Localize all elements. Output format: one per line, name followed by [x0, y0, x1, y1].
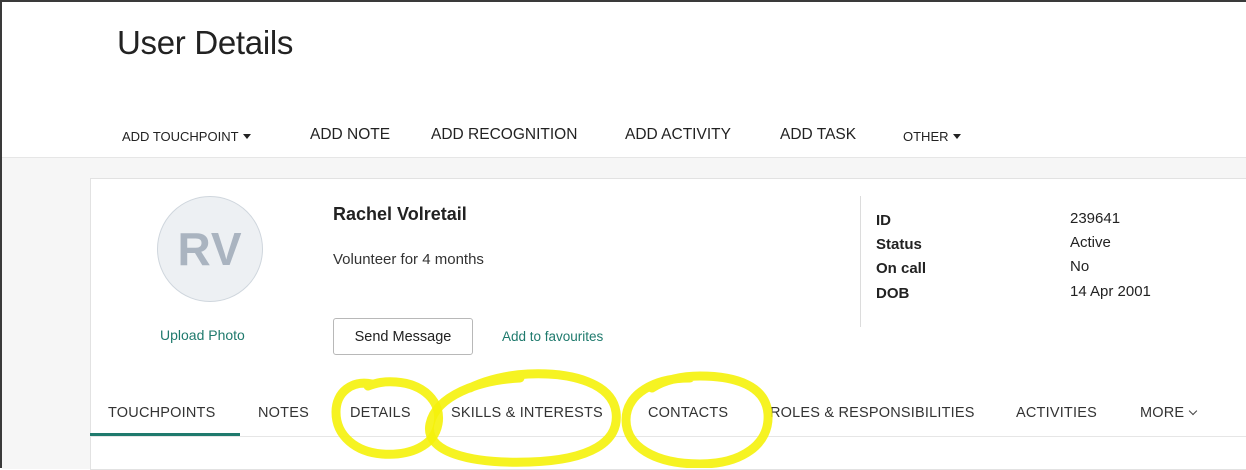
- dob-label: DOB: [876, 285, 910, 302]
- tab-more[interactable]: MORE: [1140, 405, 1198, 421]
- user-name: Rachel Volretail: [333, 204, 467, 224]
- on-call-value: No: [1070, 258, 1090, 275]
- add-recognition-button[interactable]: ADD RECOGNITION: [431, 126, 577, 144]
- add-touchpoint-label: ADD TOUCHPOINT: [122, 129, 239, 144]
- add-task-button[interactable]: ADD TASK: [780, 126, 856, 144]
- upload-photo-link[interactable]: Upload Photo: [160, 327, 245, 343]
- tab-roles-responsibilities[interactable]: ROLES & RESPONSIBILITIES: [770, 405, 975, 421]
- dob-value: 14 Apr 2001: [1070, 283, 1151, 300]
- user-subtitle: Volunteer for 4 months: [333, 251, 484, 268]
- tab-activities[interactable]: ACTIVITIES: [1016, 405, 1097, 421]
- other-label: OTHER: [903, 129, 949, 144]
- id-label: ID: [876, 212, 891, 229]
- caret-down-icon: [952, 134, 961, 140]
- chevron-down-icon: [1189, 406, 1198, 416]
- avatar: RV: [157, 196, 263, 302]
- tab-notes[interactable]: NOTES: [258, 405, 309, 421]
- status-value: Active: [1070, 234, 1111, 251]
- id-value: 239641: [1070, 210, 1121, 227]
- add-activity-button[interactable]: ADD ACTIVITY: [625, 126, 731, 144]
- caret-down-icon: [242, 134, 251, 140]
- on-call-label: On call: [876, 260, 927, 277]
- status-label: Status: [876, 236, 922, 253]
- info-divider: [860, 196, 861, 327]
- tab-more-label: MORE: [1140, 405, 1185, 421]
- add-touchpoint-dropdown[interactable]: ADD TOUCHPOINT: [122, 129, 251, 144]
- send-message-button[interactable]: Send Message: [333, 318, 473, 355]
- active-tab-indicator: [90, 433, 240, 436]
- tab-details[interactable]: DETAILS: [350, 405, 411, 421]
- tab-touchpoints[interactable]: TOUCHPOINTS: [108, 405, 215, 421]
- add-note-button[interactable]: ADD NOTE: [310, 126, 390, 144]
- tab-contacts[interactable]: CONTACTS: [648, 405, 728, 421]
- tab-skills-interests[interactable]: SKILLS & INTERESTS: [451, 405, 603, 421]
- other-dropdown[interactable]: OTHER: [903, 129, 961, 144]
- avatar-initials: RV: [177, 223, 243, 275]
- action-bar: ADD TOUCHPOINT ADD NOTE ADD RECOGNITION …: [0, 0, 1246, 158]
- add-to-favourites-link[interactable]: Add to favourites: [502, 329, 603, 344]
